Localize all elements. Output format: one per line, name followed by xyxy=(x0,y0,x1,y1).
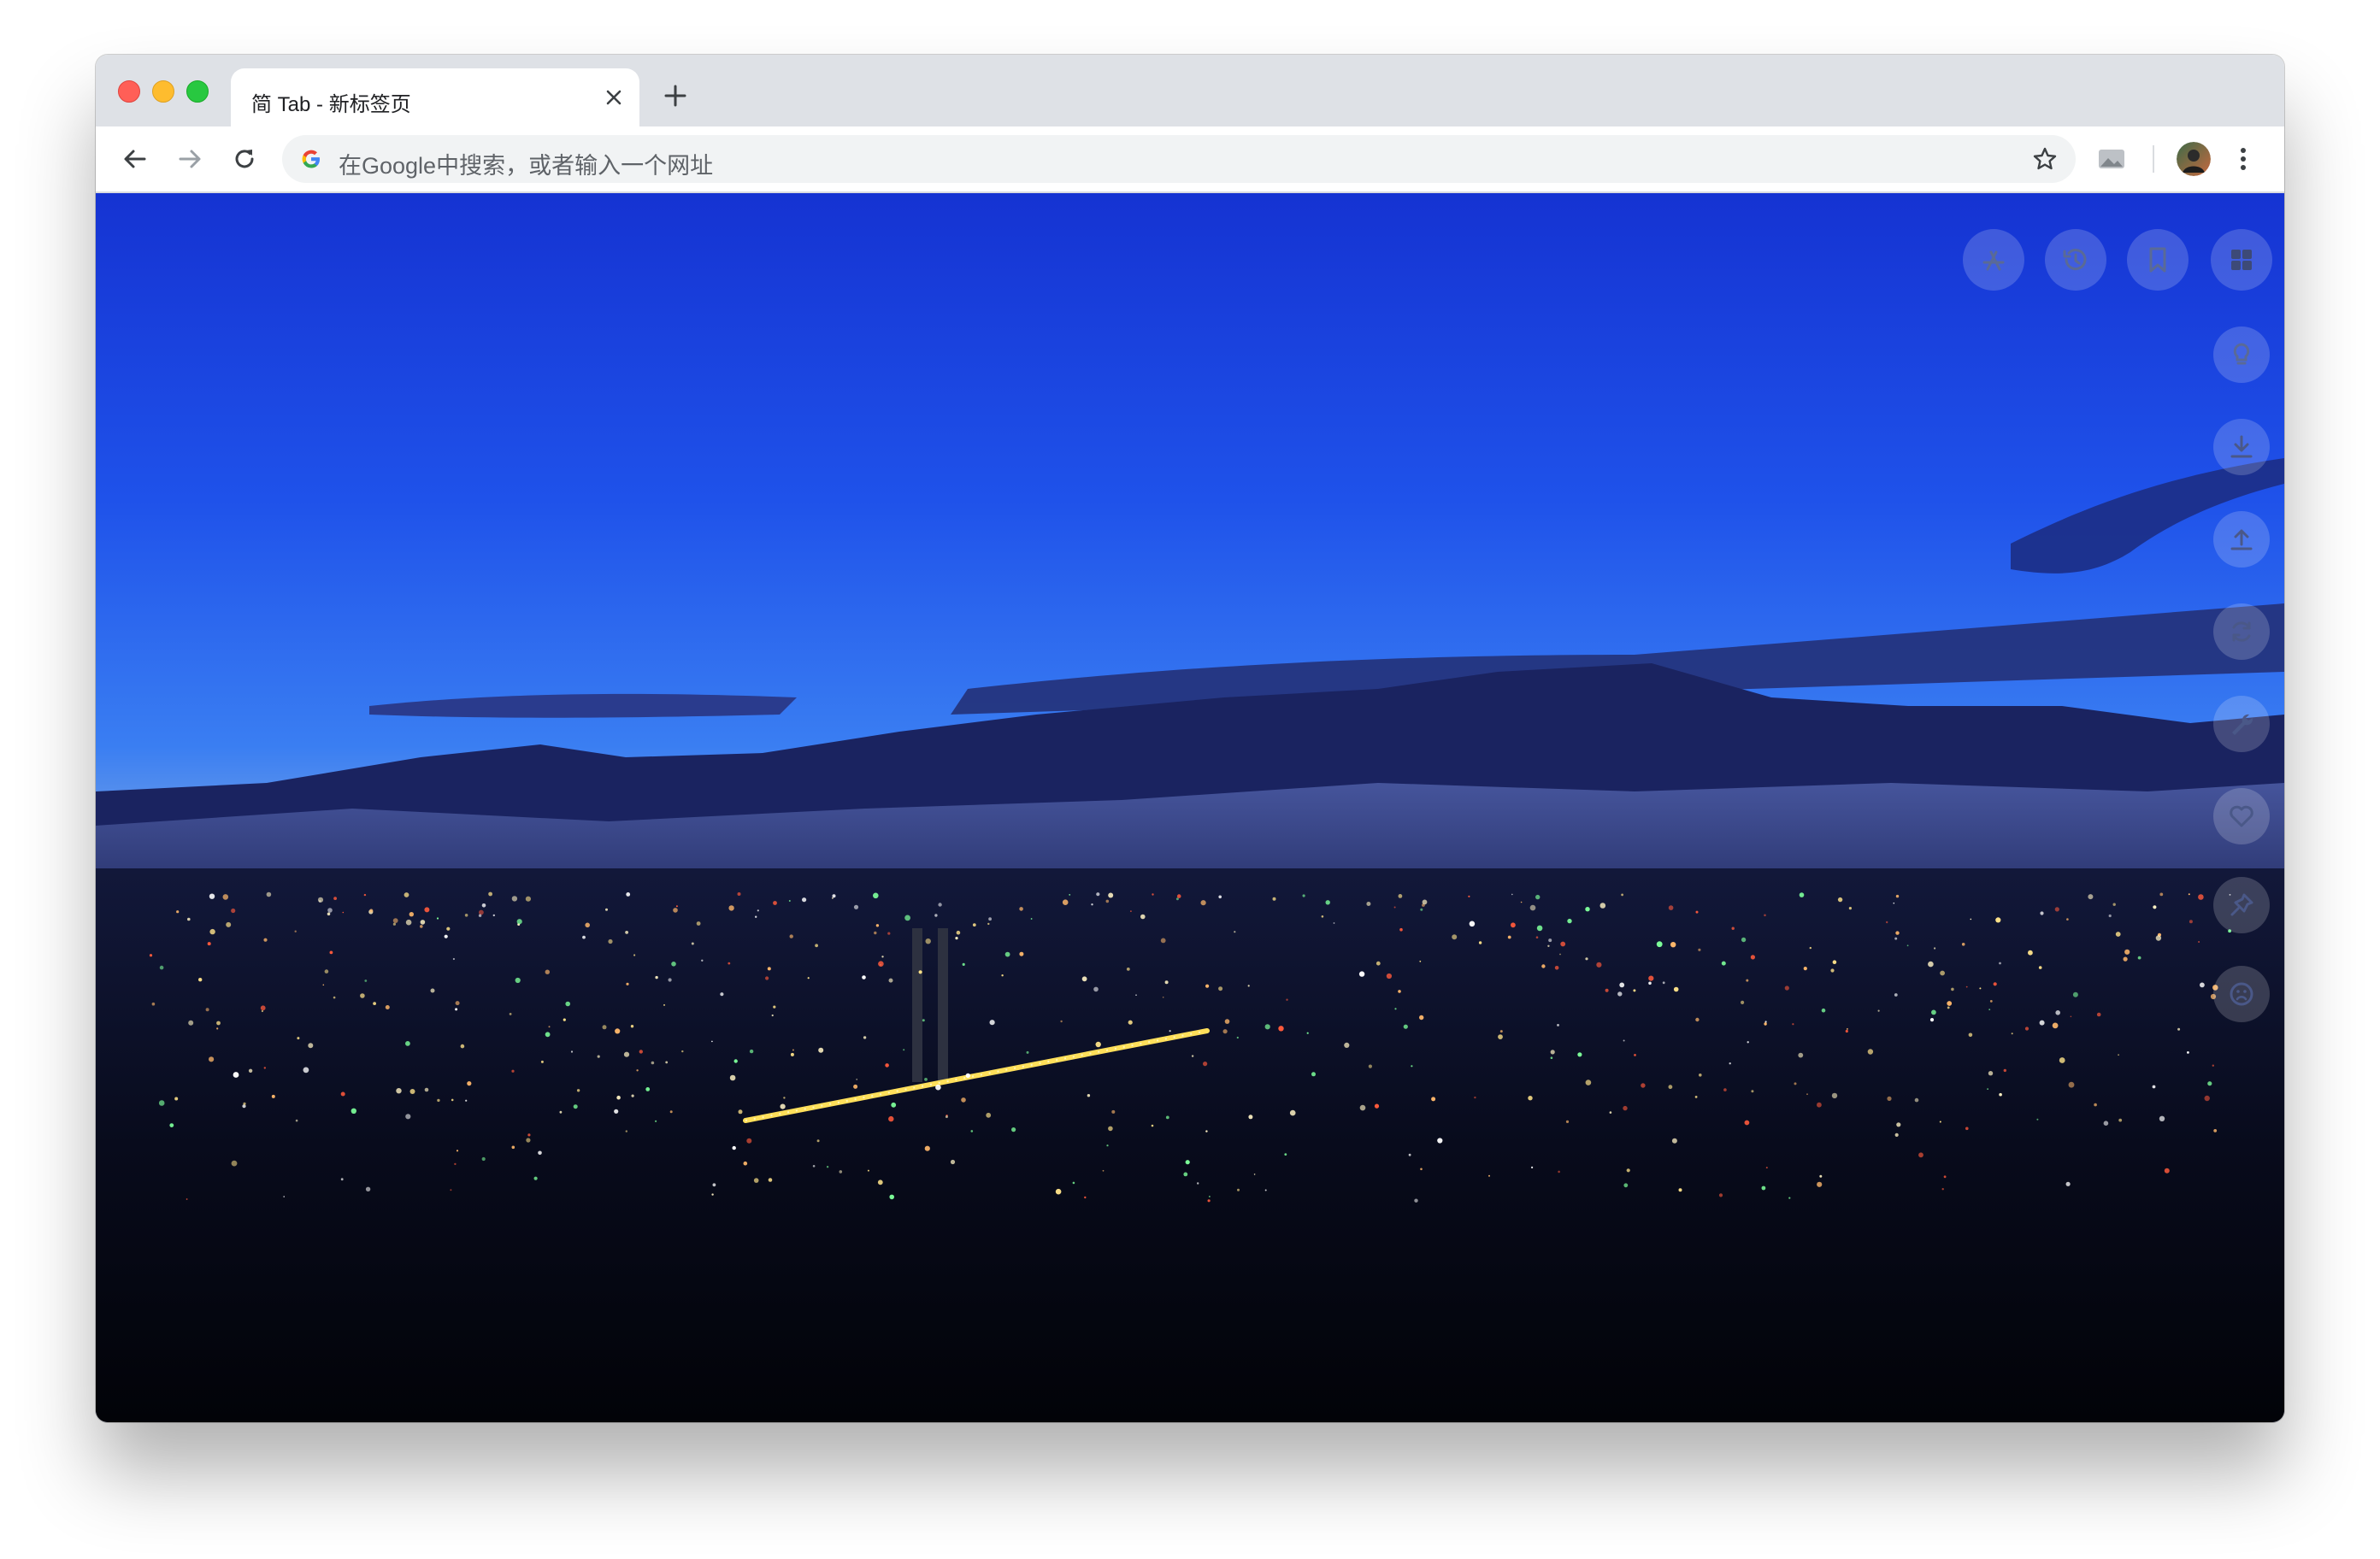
arrow-left-icon xyxy=(124,150,146,168)
download-wallpaper-button[interactable] xyxy=(2213,419,2270,475)
settings-button[interactable] xyxy=(2213,696,2270,752)
omnibox-placeholder: 在Google中搜索，或者输入一个网址 xyxy=(339,153,714,179)
google-g-icon xyxy=(302,150,320,168)
tab-strip: 简 Tab - 新标签页 xyxy=(96,55,2284,126)
sync-icon xyxy=(2232,621,2251,642)
heart-icon xyxy=(2230,805,2253,827)
upload-wallpaper-button[interactable] xyxy=(2213,511,2270,568)
bookmarks-button[interactable] xyxy=(2127,229,2189,291)
app-store-icon xyxy=(1982,250,2005,271)
plus-icon xyxy=(664,85,686,107)
browser-window: 简 Tab - 新标签页 在Google中搜索，或者输入一个网址 xyxy=(96,55,2284,1422)
history-button[interactable] xyxy=(2045,229,2106,291)
refresh-wallpaper-button[interactable] xyxy=(2213,603,2270,660)
apps-grid-button[interactable] xyxy=(2211,229,2272,291)
new-tab-page xyxy=(96,193,2284,1422)
dislike-wallpaper-button[interactable] xyxy=(2213,966,2270,1022)
frown-icon xyxy=(2230,982,2253,1006)
omnibox[interactable]: 在Google中搜索，或者输入一个网址 xyxy=(282,135,2076,183)
pin-icon xyxy=(2230,893,2253,916)
extension-button[interactable] xyxy=(2094,142,2129,176)
window-close-button[interactable] xyxy=(118,80,140,103)
forward-button[interactable] xyxy=(171,140,209,178)
bookmark-icon xyxy=(2149,247,2166,273)
history-icon xyxy=(2063,249,2087,271)
arrow-right-icon xyxy=(179,150,201,168)
toolbar-separator xyxy=(2153,145,2154,173)
favorite-button[interactable] xyxy=(2213,788,2270,844)
reload-icon xyxy=(235,150,254,168)
download-icon xyxy=(2230,435,2253,458)
pin-wallpaper-button[interactable] xyxy=(2213,877,2270,933)
browser-toolbar: 在Google中搜索，或者输入一个网址 xyxy=(96,126,2284,193)
reload-button[interactable] xyxy=(226,140,263,178)
lightbulb-icon xyxy=(2233,343,2250,365)
bookmark-star-icon[interactable] xyxy=(2031,145,2059,173)
browser-menu-button[interactable] xyxy=(2226,142,2260,176)
tab-close-icon[interactable] xyxy=(600,84,627,111)
wallpaper-night-city xyxy=(96,193,2284,1422)
tab-title: 简 Tab - 新标签页 xyxy=(251,93,411,116)
tab-new-tab[interactable]: 简 Tab - 新标签页 xyxy=(231,68,639,126)
back-button[interactable] xyxy=(116,140,154,178)
upload-icon xyxy=(2230,529,2253,550)
grid-icon xyxy=(2231,250,2252,270)
image-extension-icon xyxy=(2099,150,2124,168)
idea-button[interactable] xyxy=(2213,327,2270,383)
window-maximize-button[interactable] xyxy=(186,80,209,103)
profile-avatar[interactable] xyxy=(2177,142,2211,176)
wrench-icon xyxy=(2232,714,2253,735)
window-minimize-button[interactable] xyxy=(152,80,174,103)
app-store-button[interactable] xyxy=(1963,229,2024,291)
new-tab-button[interactable] xyxy=(658,79,692,113)
more-vert-icon xyxy=(2241,148,2246,170)
